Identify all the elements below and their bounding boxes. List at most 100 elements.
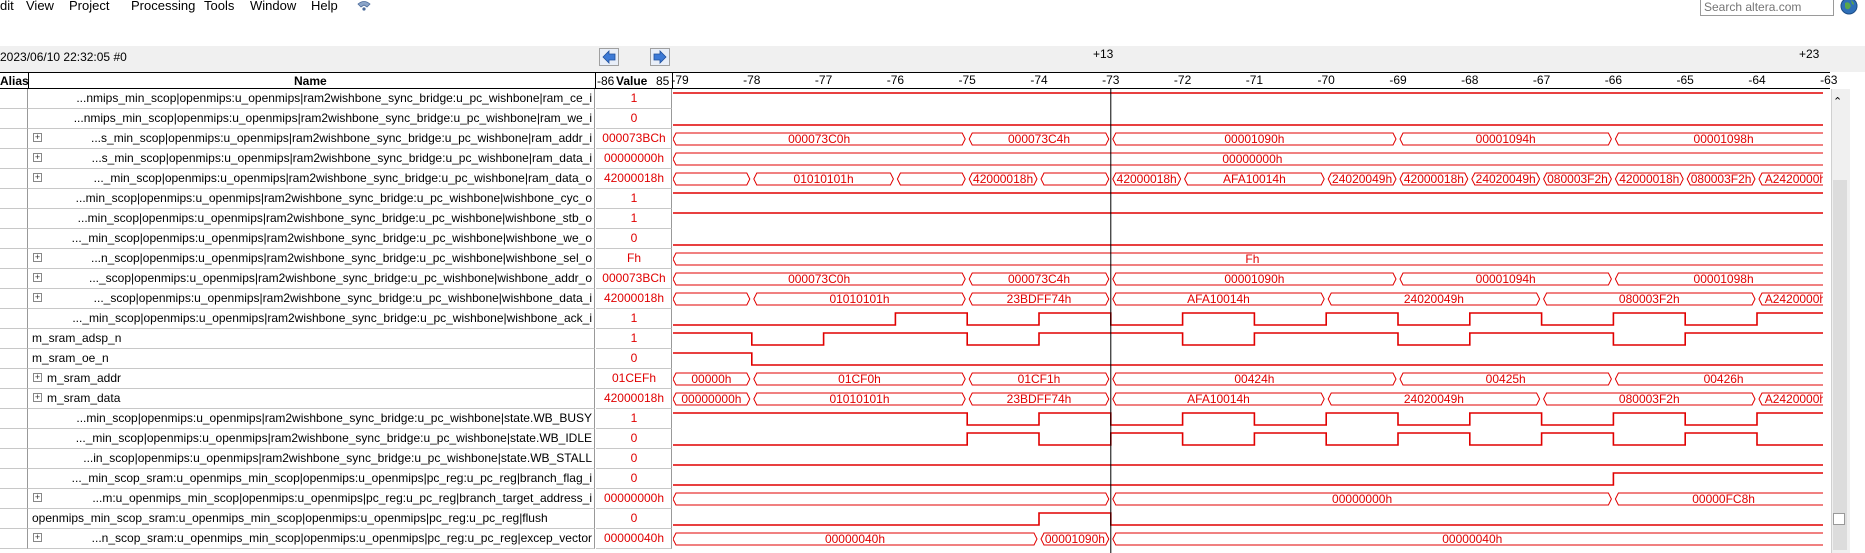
signal-name: ...s_min_scop|openmips:u_openmips|ram2wi…	[91, 131, 592, 145]
bus-segment-label: 00000040h	[1442, 532, 1502, 546]
expand-icon[interactable]: +	[33, 133, 42, 142]
menu-view[interactable]: View	[26, 0, 54, 13]
alias-cell	[0, 369, 28, 389]
signal-name-cell[interactable]: m_sram_oe_n	[28, 349, 595, 369]
expand-icon[interactable]: +	[33, 153, 42, 162]
signal-name-cell[interactable]: + ...n_scop_sram:u_openmips_min_scop|open…	[28, 529, 595, 549]
bus-segment	[896, 172, 966, 186]
signal-name: ..._min_scop|openmips:u_openmips|ram2wis…	[72, 311, 592, 325]
expand-icon[interactable]: +	[33, 173, 42, 182]
menu-help[interactable]: Help	[311, 0, 338, 13]
signal-name: ...nmips_min_scop|openmips:u_openmips|ra…	[73, 111, 592, 125]
bit-waveform	[673, 432, 1823, 446]
bit-waveform	[673, 472, 1823, 486]
signal-name-cell[interactable]: openmips_min_scop_sram:u_openmips_min_sc…	[28, 509, 595, 529]
search-box[interactable]	[1700, 0, 1835, 16]
time-tick-label: -79	[671, 73, 689, 87]
signal-name-cell[interactable]: m_sram_adsp_n	[28, 329, 595, 349]
help-icon[interactable]	[356, 0, 372, 12]
column-header-alias[interactable]: Alias	[0, 74, 29, 88]
signal-name-cell[interactable]: + ...m:u_openmips_min_scop|openmips:u_ope…	[28, 489, 595, 509]
signal-name: ..._scop|openmips:u_openmips|ram2wishbon…	[93, 291, 592, 305]
next-transition-button[interactable]	[650, 48, 670, 66]
signal-name-cell[interactable]: ..._min_scop_sram:u_openmips_min_scop|op…	[28, 469, 595, 489]
time-tick-label: -70	[1317, 73, 1335, 87]
signal-name-cell[interactable]: ...min_scop|openmips:u_openmips|ram2wish…	[28, 409, 595, 429]
search-input[interactable]	[1701, 0, 1835, 14]
bus-segment	[673, 172, 751, 186]
bus-segment-label: 42000018h	[1117, 172, 1177, 186]
time-tick-label: -72	[1173, 73, 1192, 87]
expand-icon[interactable]: +	[33, 273, 42, 282]
signal-name-cell[interactable]: + ...s_min_scop|openmips:u_openmips|ram2w…	[28, 149, 595, 169]
time-tick-label: -76	[886, 73, 905, 87]
alias-cell	[0, 249, 28, 269]
signal-name-cell[interactable]: + ...s_min_scop|openmips:u_openmips|ram2w…	[28, 129, 595, 149]
bus-segment-label: 00000FC8h	[1692, 492, 1755, 506]
time-tick-label: -65	[1676, 73, 1694, 87]
signal-name-cell[interactable]: ..._min_scop|openmips:u_openmips|ram2wis…	[28, 309, 595, 329]
bus-segment-label: 24020049h	[1332, 172, 1392, 186]
signal-name-cell[interactable]: + m_sram_addr	[28, 369, 595, 389]
signal-name-cell[interactable]: ...min_scop|openmips:u_openmips|ram2wish…	[28, 209, 595, 229]
time-tick-label: -64	[1748, 73, 1766, 87]
bus-segment-label: 23BDFF74h	[1007, 292, 1072, 306]
bus-segment-label: 00001094h	[1476, 132, 1536, 146]
globe-icon[interactable]	[1840, 0, 1858, 15]
signal-name: ...nmips_min_scop|openmips:u_openmips|ra…	[76, 91, 592, 105]
signal-name-cell[interactable]: ...in_scop|openmips:u_openmips|ram2wishb…	[28, 449, 595, 469]
signal-name-cell[interactable]: + ..._min_scop|openmips:u_openmips|ram2wi…	[28, 169, 595, 189]
signal-name: ...min_scop|openmips:u_openmips|ram2wish…	[76, 411, 592, 425]
signal-name: ...n_scop_sram:u_openmips_min_scop|openm…	[91, 531, 592, 545]
alias-cell	[0, 409, 28, 429]
scrollbar-thumb[interactable]	[1833, 180, 1847, 550]
signal-name-cell[interactable]: ..._min_scop|openmips:u_openmips|ram2wis…	[28, 429, 595, 449]
bus-segment-label: 00001098h	[1694, 272, 1754, 286]
bus-segment-label: 080003F2h	[1619, 292, 1680, 306]
signal-name-cell[interactable]: ...nmips_min_scop|openmips:u_openmips|ra…	[28, 89, 595, 109]
signal-name: ..._scop|openmips:u_openmips|ram2wishbon…	[88, 271, 592, 285]
marker-label-left: +13	[1093, 47, 1114, 61]
menu-window[interactable]: Window	[250, 0, 296, 13]
menu-tools[interactable]: Tools	[204, 0, 234, 13]
signal-name-cell[interactable]: + ...n_scop|openmips:u_openmips|ram2wishb…	[28, 249, 595, 269]
expand-icon[interactable]: +	[33, 533, 42, 542]
expand-icon[interactable]: +	[33, 393, 42, 402]
bus-segment-label: 01010101h	[829, 392, 889, 406]
column-header-name[interactable]: Name	[294, 74, 327, 88]
bit-waveform	[673, 512, 1823, 526]
bus-segment-label: A2420000h	[1765, 392, 1823, 406]
menu-edit[interactable]: dit	[0, 0, 14, 13]
expand-icon[interactable]: +	[33, 493, 42, 502]
scroll-corner-box[interactable]	[1833, 513, 1845, 525]
value-range-right: 85	[656, 74, 670, 88]
signal-name-cell[interactable]: + m_sram_data	[28, 389, 595, 409]
signal-name-cell[interactable]: + ..._scop|openmips:u_openmips|ram2wishbo…	[28, 289, 595, 309]
bus-segment-label: AFA10014h	[1187, 292, 1250, 306]
bus-segment-label: 01CF0h	[838, 372, 881, 386]
signal-name: m_sram_addr	[47, 371, 122, 385]
alias-cell	[0, 449, 28, 469]
time-tick-label: -71	[1245, 73, 1264, 87]
bus-segment-label: 23BDFF74h	[1007, 392, 1072, 406]
signal-name-cell[interactable]: + ..._scop|openmips:u_openmips|ram2wishbo…	[28, 269, 595, 289]
signal-name-cell[interactable]: ..._min_scop|openmips:u_openmips|ram2wis…	[28, 229, 595, 249]
expand-icon[interactable]: +	[33, 253, 42, 262]
signal-name: ...n_scop|openmips:u_openmips|ram2wishbo…	[90, 251, 592, 265]
menu-project[interactable]: Project	[69, 0, 109, 13]
waveform-canvas[interactable]: 000073C0h 000073C4h 00001090h 00001094h 0000…	[673, 89, 1823, 553]
alias-cell	[0, 89, 28, 109]
alias-cell	[0, 289, 28, 309]
prev-transition-button[interactable]	[599, 48, 619, 66]
bus-segment-label: 080003F2h	[1547, 172, 1608, 186]
column-header-value[interactable]: Value	[616, 74, 647, 88]
column-header-row: Alias Name -86 Value 85	[0, 72, 1830, 89]
expand-icon[interactable]: +	[33, 373, 42, 382]
menu-processing[interactable]: Processing	[131, 0, 195, 13]
alias-cell	[0, 469, 28, 489]
signal-name-cell[interactable]: ...nmips_min_scop|openmips:u_openmips|ra…	[28, 109, 595, 129]
signal-name-cell[interactable]: ...min_scop|openmips:u_openmips|ram2wish…	[28, 189, 595, 209]
bus-segment-label: 080003F2h	[1691, 172, 1752, 186]
expand-icon[interactable]: +	[33, 293, 42, 302]
scroll-up-icon[interactable]: ⌃	[1833, 95, 1842, 108]
